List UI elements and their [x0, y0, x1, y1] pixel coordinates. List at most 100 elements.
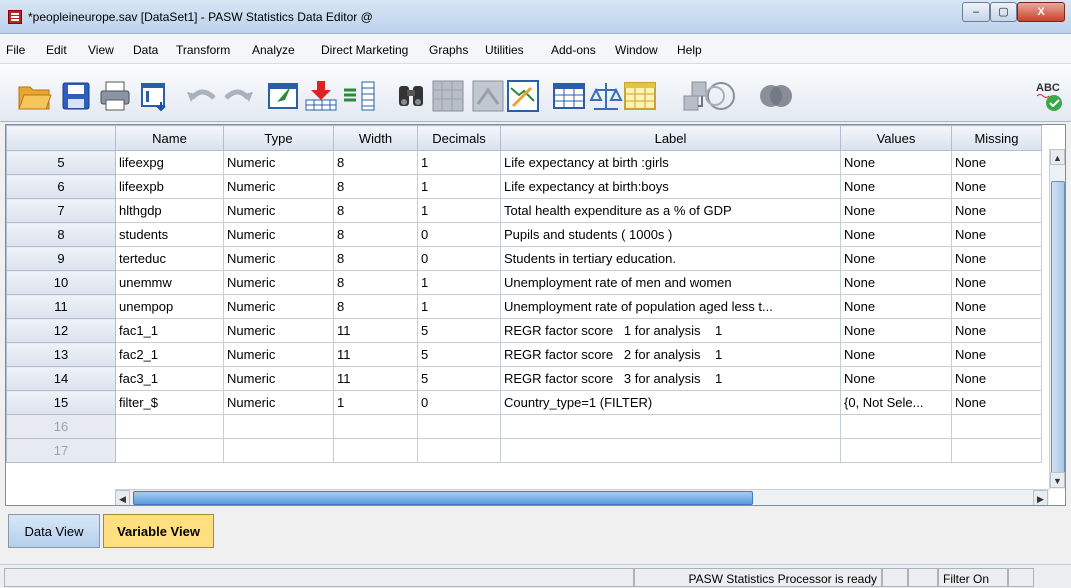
- width-cell[interactable]: 11: [333, 366, 418, 391]
- menu-analyze[interactable]: Analyze: [252, 43, 295, 57]
- width-cell[interactable]: 1: [333, 390, 418, 415]
- goto-variable-icon[interactable]: [303, 78, 339, 114]
- name-cell[interactable]: [115, 414, 224, 439]
- label-cell[interactable]: Life expectancy at birth :girls: [500, 150, 841, 175]
- column-header-name[interactable]: Name: [115, 125, 224, 151]
- row-number[interactable]: 16: [6, 414, 116, 439]
- row-number[interactable]: 12: [6, 318, 116, 343]
- name-cell[interactable]: unempop: [115, 294, 224, 319]
- tab-data-view[interactable]: Data View: [8, 514, 100, 548]
- find-icon[interactable]: [393, 78, 429, 114]
- name-cell[interactable]: fac2_1: [115, 342, 224, 367]
- width-cell[interactable]: 8: [333, 294, 418, 319]
- show-all-variables-icon[interactable]: [703, 78, 739, 114]
- goto-case-icon[interactable]: [265, 78, 301, 114]
- label-cell[interactable]: Pupils and students ( 1000s ): [500, 222, 841, 247]
- values-cell[interactable]: {0, Not Sele...: [840, 390, 952, 415]
- decimals-cell[interactable]: 0: [417, 390, 501, 415]
- label-cell[interactable]: Unemployment rate of men and women: [500, 270, 841, 295]
- scroll-right-arrow-icon[interactable]: ▶: [1033, 490, 1048, 505]
- type-cell[interactable]: Numeric: [223, 318, 334, 343]
- insert-cases-icon[interactable]: [430, 78, 466, 114]
- vertical-scrollbar[interactable]: ▲ ▼: [1049, 149, 1065, 489]
- label-cell[interactable]: Students in tertiary education.: [500, 246, 841, 271]
- decimals-cell[interactable]: [417, 438, 501, 463]
- select-cases-icon[interactable]: [588, 78, 624, 114]
- menu-window[interactable]: Window: [615, 43, 658, 57]
- name-cell[interactable]: fac3_1: [115, 366, 224, 391]
- decimals-cell[interactable]: 1: [417, 174, 501, 199]
- redo-icon[interactable]: [220, 78, 256, 114]
- spss-app-icon[interactable]: [8, 10, 22, 24]
- label-cell[interactable]: Unemployment rate of population aged les…: [500, 294, 841, 319]
- decimals-cell[interactable]: 1: [417, 150, 501, 175]
- menu-file[interactable]: File: [6, 43, 25, 57]
- decimals-cell[interactable]: 5: [417, 342, 501, 367]
- row-number[interactable]: 8: [6, 222, 116, 247]
- values-cell[interactable]: None: [840, 246, 952, 271]
- width-cell[interactable]: 8: [333, 246, 418, 271]
- label-cell[interactable]: REGR factor score 3 for analysis 1: [500, 366, 841, 391]
- type-cell[interactable]: Numeric: [223, 174, 334, 199]
- type-cell[interactable]: Numeric: [223, 342, 334, 367]
- label-cell[interactable]: [500, 438, 841, 463]
- row-number[interactable]: 7: [6, 198, 116, 223]
- weight-cases-icon[interactable]: [551, 78, 587, 114]
- horizontal-scroll-thumb[interactable]: [133, 491, 753, 505]
- column-header-decimals[interactable]: Decimals: [417, 125, 501, 151]
- missing-cell[interactable]: None: [951, 270, 1042, 295]
- name-cell[interactable]: students: [115, 222, 224, 247]
- menu-graphs[interactable]: Graphs: [429, 43, 468, 57]
- width-cell[interactable]: 8: [333, 270, 418, 295]
- vertical-scroll-thumb[interactable]: [1051, 181, 1065, 476]
- row-number[interactable]: 9: [6, 246, 116, 271]
- type-cell[interactable]: [223, 414, 334, 439]
- column-header-type[interactable]: Type: [223, 125, 334, 151]
- values-cell[interactable]: [840, 414, 952, 439]
- type-cell[interactable]: Numeric: [223, 270, 334, 295]
- missing-cell[interactable]: None: [951, 390, 1042, 415]
- decimals-cell[interactable]: 0: [417, 246, 501, 271]
- label-cell[interactable]: REGR factor score 1 for analysis 1: [500, 318, 841, 343]
- width-cell[interactable]: 11: [333, 318, 418, 343]
- decimals-cell[interactable]: 1: [417, 294, 501, 319]
- width-cell[interactable]: 8: [333, 150, 418, 175]
- row-number[interactable]: 17: [6, 438, 116, 463]
- missing-cell[interactable]: None: [951, 294, 1042, 319]
- type-cell[interactable]: Numeric: [223, 150, 334, 175]
- row-number[interactable]: 13: [6, 342, 116, 367]
- type-cell[interactable]: [223, 438, 334, 463]
- type-cell[interactable]: Numeric: [223, 294, 334, 319]
- name-cell[interactable]: unemmw: [115, 270, 224, 295]
- variables-icon[interactable]: [342, 78, 378, 114]
- values-cell[interactable]: None: [840, 294, 952, 319]
- label-cell[interactable]: Country_type=1 (FILTER): [500, 390, 841, 415]
- values-cell[interactable]: None: [840, 342, 952, 367]
- label-cell[interactable]: [500, 414, 841, 439]
- split-file-icon[interactable]: [505, 78, 541, 114]
- row-number[interactable]: 10: [6, 270, 116, 295]
- missing-cell[interactable]: [951, 414, 1042, 439]
- missing-cell[interactable]: None: [951, 198, 1042, 223]
- decimals-cell[interactable]: 0: [417, 222, 501, 247]
- horizontal-scrollbar[interactable]: ◀ ▶: [115, 489, 1049, 505]
- circles-icon[interactable]: [758, 78, 794, 114]
- values-cell[interactable]: None: [840, 366, 952, 391]
- values-cell[interactable]: None: [840, 198, 952, 223]
- missing-cell[interactable]: None: [951, 342, 1042, 367]
- label-cell[interactable]: REGR factor score 2 for analysis 1: [500, 342, 841, 367]
- name-cell[interactable]: lifeexpb: [115, 174, 224, 199]
- menu-help[interactable]: Help: [677, 43, 702, 57]
- missing-cell[interactable]: None: [951, 366, 1042, 391]
- dialog-recall-icon[interactable]: [137, 78, 173, 114]
- scroll-down-arrow-icon[interactable]: ▼: [1050, 472, 1065, 488]
- width-cell[interactable]: 8: [333, 198, 418, 223]
- row-number[interactable]: 5: [6, 150, 116, 175]
- save-icon[interactable]: [58, 78, 94, 114]
- values-cell[interactable]: None: [840, 222, 952, 247]
- menu-utilities[interactable]: Utilities: [485, 43, 524, 57]
- type-cell[interactable]: Numeric: [223, 390, 334, 415]
- menu-add-ons[interactable]: Add-ons: [551, 43, 596, 57]
- missing-cell[interactable]: None: [951, 318, 1042, 343]
- menu-edit[interactable]: Edit: [46, 43, 67, 57]
